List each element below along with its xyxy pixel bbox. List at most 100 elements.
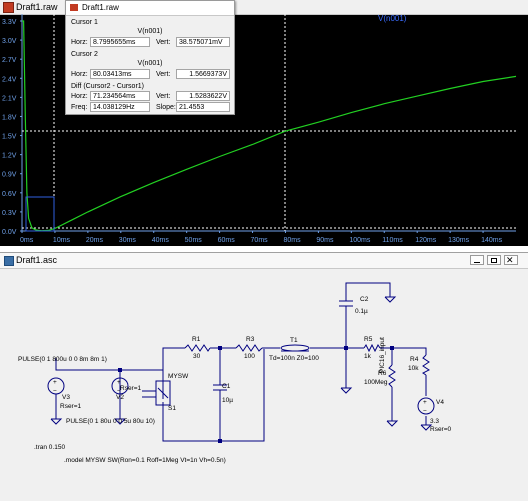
cursor2-vert-label: Vert: <box>156 71 171 78</box>
x-tick-label: 140ms <box>481 237 503 244</box>
capacitor-c2[interactable] <box>339 300 353 309</box>
dialog-app-icon <box>70 4 78 11</box>
r6-value[interactable]: 100Meg <box>364 379 388 386</box>
y-tick-label: 2.1V <box>2 95 17 102</box>
pulse2-label[interactable]: PULSE(0 1 80u 0 0 5u 80u 10) <box>66 418 155 425</box>
resistor-r3[interactable] <box>235 344 263 352</box>
cursor2-trace: V(n001) <box>137 60 163 67</box>
diff-horz-field[interactable]: 71.234564ms <box>90 91 150 101</box>
y-tick-label: 3.0V <box>2 38 17 45</box>
s1-label[interactable]: S1 <box>168 405 176 412</box>
svg-text:+: + <box>423 399 427 406</box>
pic16-input-label[interactable]: PIC16_input <box>379 337 386 373</box>
r5-label[interactable]: R5 <box>364 336 373 343</box>
v3-label[interactable]: V3 <box>62 394 70 401</box>
y-tick-label: 3.3V <box>2 19 17 26</box>
y-tick-label: 0.3V <box>2 210 17 217</box>
x-tick-label: 20ms <box>86 237 104 244</box>
cursor2-vert-field[interactable]: 1.5669373V <box>176 69 230 79</box>
ground-t1-icon <box>340 387 353 394</box>
v2-label[interactable]: V2 <box>116 394 124 401</box>
resistor-r6[interactable] <box>388 364 396 388</box>
ground-symbols <box>50 296 433 431</box>
diff-slope-label: Slope: <box>156 104 176 111</box>
cursor1-trace: V(n001) <box>137 28 163 35</box>
close-button[interactable]: ✕ <box>504 255 518 265</box>
y-tick-label: 2.4V <box>2 76 17 83</box>
v4-value[interactable]: 3.3 <box>430 418 439 425</box>
c1-value[interactable]: 10µ <box>222 397 233 404</box>
x-tick-label: 80ms <box>283 237 301 244</box>
model-directive[interactable]: .model MYSW SW(Ron=0.1 Roff=1Meg Vt=1n V… <box>64 457 226 464</box>
diff-heading: Diff (Cursor2 - Cursor1) <box>71 83 144 90</box>
diff-vert-field[interactable]: 1.5283622V <box>176 91 230 101</box>
cursor2-horz-label: Horz: <box>71 71 88 78</box>
resistor-r1[interactable] <box>184 344 211 352</box>
v2-rser-label[interactable]: Rser=1 <box>120 385 142 392</box>
cursor2-heading: Cursor 2 <box>71 51 98 58</box>
minimize-button[interactable] <box>470 255 484 265</box>
svg-text:+: + <box>53 379 57 386</box>
x-tick-label: 60ms <box>218 237 236 244</box>
waveform-app-icon <box>3 2 14 13</box>
r4-value[interactable]: 10k <box>408 365 419 372</box>
v3-rser-label[interactable]: Rser=1 <box>60 403 82 410</box>
switch-s1[interactable] <box>142 380 171 406</box>
cursor1-vert-label: Vert: <box>156 39 171 46</box>
restore-button[interactable] <box>487 255 501 265</box>
r1-value[interactable]: 30 <box>193 353 201 360</box>
cursor-dialog-title: Draft1.raw <box>82 3 119 12</box>
r4-label[interactable]: R4 <box>410 356 419 363</box>
x-tick-label: 30ms <box>119 237 137 244</box>
c2-label[interactable]: C2 <box>360 296 369 303</box>
x-tick-label: 100ms <box>349 237 371 244</box>
v4-rser-label[interactable]: Rser=0 <box>430 426 452 433</box>
v4-label[interactable]: V4 <box>436 399 444 406</box>
cursor2-horz-field[interactable]: 80.03413ms <box>90 69 150 79</box>
trace-label[interactable]: V(n001) <box>378 14 407 23</box>
y-tick-label: 1.8V <box>2 114 17 121</box>
y-tick-label: 1.5V <box>2 134 17 141</box>
pulse1-label[interactable]: PULSE(0 1 800u 0 0 8m 8m 1) <box>18 356 107 363</box>
y-tick-label: 0.0V <box>2 229 17 236</box>
x-tick-label: 10ms <box>53 237 71 244</box>
resistor-r5[interactable] <box>363 343 381 353</box>
junction-dots <box>118 346 394 443</box>
ground-r6-icon <box>386 420 399 427</box>
schematic-app-icon <box>4 256 14 266</box>
x-tick-label: 90ms <box>316 237 334 244</box>
y-tick-label: 2.7V <box>2 57 17 64</box>
diff-horz-label: Horz: <box>71 93 88 100</box>
source-v3[interactable]: + − <box>47 377 65 395</box>
r3-label[interactable]: R3 <box>246 336 255 343</box>
ground-c2-icon <box>384 296 397 303</box>
r3-value[interactable]: 100 <box>244 353 255 360</box>
t1-value[interactable]: Td=100n Z0=100 <box>269 355 319 362</box>
t1-label[interactable]: T1 <box>290 337 298 344</box>
diff-freq-field[interactable]: 14.038129Hz <box>90 102 150 112</box>
tran-directive[interactable]: .tran 0.150 <box>34 444 65 451</box>
c2-value[interactable]: 0.1µ <box>355 308 368 315</box>
c1-label[interactable]: C1 <box>222 383 231 390</box>
diff-slope-field[interactable]: 21.4553 <box>176 102 230 112</box>
svg-text:−: − <box>423 408 427 415</box>
cursor-marker-box <box>25 196 55 232</box>
source-v4[interactable]: + − <box>417 397 435 415</box>
tline-t1[interactable] <box>280 344 310 352</box>
ground-v3-icon <box>50 418 63 425</box>
cursor-dialog: Draft1.raw Cursor 1 V(n001) Horz: 8.7995… <box>65 0 235 115</box>
cursor1-vert-field[interactable]: 38.575071mV <box>176 37 230 47</box>
x-tick-label: 0ms <box>20 237 34 244</box>
x-tick-label: 50ms <box>185 237 203 244</box>
x-tick-label: 130ms <box>448 237 470 244</box>
y-tick-label: 0.6V <box>2 191 17 198</box>
resistor-r4[interactable] <box>422 354 430 376</box>
schematic-titlebar[interactable]: Draft1.asc ✕ <box>0 253 528 269</box>
x-tick-label: 40ms <box>152 237 170 244</box>
r1-label[interactable]: R1 <box>192 336 201 343</box>
cursor1-horz-field[interactable]: 8.7995655ms <box>90 37 150 47</box>
schematic-canvas[interactable]: + − + − + − PULSE(0 1 800u 0 0 8m 8m 1) … <box>0 268 528 501</box>
cursor-dialog-titlebar[interactable]: Draft1.raw <box>66 1 234 16</box>
r5-value[interactable]: 1k <box>364 353 372 360</box>
mysw-label[interactable]: MYSW <box>168 373 189 380</box>
